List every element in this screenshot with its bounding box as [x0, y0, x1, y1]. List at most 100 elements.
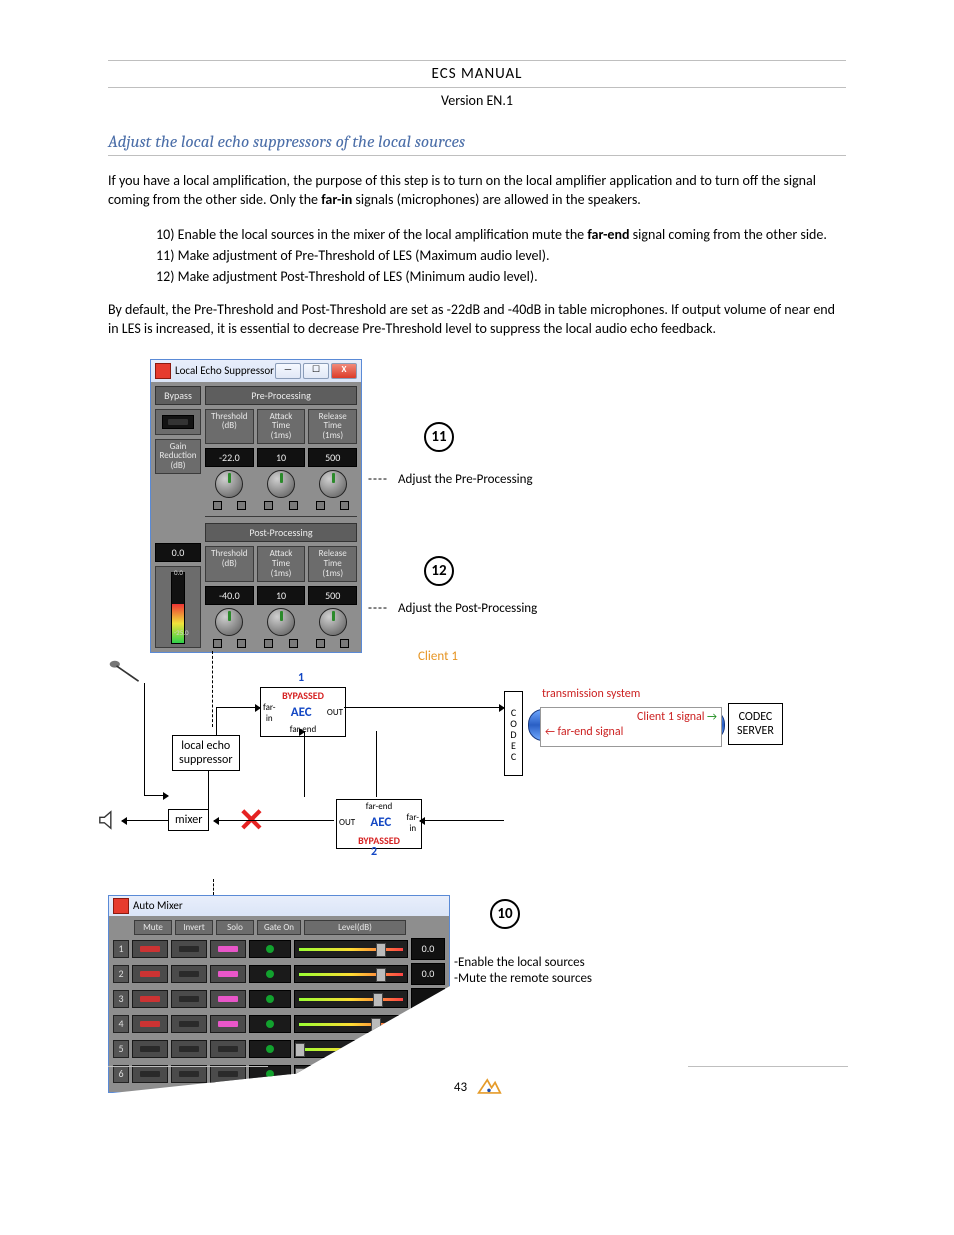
mixer-row: 10.0 [113, 938, 445, 960]
row-number: 1 [113, 940, 129, 958]
mute-toggle[interactable] [132, 990, 168, 1008]
pipe-labels: Client 1 signal → ← far-end signal [540, 707, 722, 747]
logo-icon [476, 1077, 502, 1099]
step-10-label-b: -Mute the remote sources [454, 971, 592, 986]
les-box: local echo suppressor [172, 735, 240, 771]
level-slider[interactable] [294, 940, 408, 958]
mute-toggle[interactable] [132, 940, 168, 958]
les-window: Local Echo Suppressor — ☐ X Bypass Gain … [150, 359, 362, 653]
gate-indicator [249, 1040, 291, 1058]
step-11-label: Adjust the Pre-Processing [398, 472, 533, 487]
post-attack-knob[interactable] [267, 608, 295, 636]
attack-label: Attack Time (1ms) [257, 409, 306, 445]
invert-toggle[interactable] [171, 965, 207, 983]
level-value [411, 1013, 445, 1035]
col-level: Level(dB) [304, 920, 406, 936]
doc-version: Version EN.1 [108, 92, 846, 109]
post-processing-header: Post-Processing [205, 523, 357, 542]
figure: Local Echo Suppressor — ☐ X Bypass Gain … [108, 359, 848, 1099]
col-mute: Mute [134, 920, 172, 936]
release-label: Release Time (1ms) [308, 409, 357, 445]
doc-title: ECS MANUAL [108, 65, 846, 83]
automixer-title: Auto Mixer [133, 899, 183, 912]
threshold-label-2: Threshold (dB) [205, 546, 254, 582]
bypass-header: Bypass [155, 386, 201, 405]
pre-release-value: 500 [308, 448, 357, 467]
solo-toggle[interactable] [210, 1015, 246, 1033]
invert-toggle[interactable] [171, 1015, 207, 1033]
level-slider[interactable] [294, 990, 408, 1008]
post-attack-value: 10 [257, 586, 306, 605]
bypass-toggle[interactable] [155, 409, 201, 435]
post-threshold-value: -40.0 [205, 586, 254, 605]
aec-box-2: far-end OUTAECfar- in BYPASSED [336, 799, 422, 849]
solo-toggle[interactable] [210, 940, 246, 958]
section-title: Adjust the local echo suppressors of the… [108, 133, 846, 156]
mute-toggle[interactable] [132, 1015, 168, 1033]
client1-label: Client 1 [418, 649, 458, 664]
step-10-marker: 10 [490, 899, 520, 929]
page-footer: 43 [108, 1077, 848, 1099]
gate-indicator [249, 990, 291, 1008]
pre-release-knob[interactable] [319, 470, 347, 498]
invert-toggle[interactable] [171, 990, 207, 1008]
level-slider[interactable] [294, 1040, 408, 1058]
step-12: 12) Make adjustment Post-Threshold of LE… [156, 268, 846, 285]
level-slider[interactable] [294, 1015, 408, 1033]
app-icon [155, 363, 171, 379]
col-solo: Solo [216, 920, 254, 936]
pre-threshold-value: -22.0 [205, 448, 254, 467]
step-12-marker: 12 [424, 556, 454, 586]
close-button[interactable]: X [331, 363, 357, 379]
row-number: 3 [113, 990, 129, 1008]
step-11: 11) Make adjustment of Pre-Threshold of … [156, 247, 846, 264]
mixer-box: mixer [168, 809, 209, 831]
transmission-label: transmission system [542, 687, 640, 701]
row-number: 4 [113, 1015, 129, 1033]
gate-indicator [249, 1015, 291, 1033]
mute-toggle[interactable] [132, 1040, 168, 1058]
codec-server-box: CODEC SERVER [728, 703, 783, 745]
level-value: 0.0 [411, 963, 445, 985]
pre-attack-value: 10 [257, 448, 306, 467]
threshold-label: Threshold (dB) [205, 409, 254, 445]
level-value [411, 1038, 445, 1060]
mixer-row: 3 [113, 988, 445, 1010]
attack-label-2: Attack Time (1ms) [257, 546, 306, 582]
les-title: Local Echo Suppressor [175, 364, 274, 377]
microphone-icon [108, 659, 142, 683]
pre-attack-knob[interactable] [267, 470, 295, 498]
post-release-knob[interactable] [319, 608, 347, 636]
maximize-button[interactable]: ☐ [303, 363, 329, 379]
invert-toggle[interactable] [171, 940, 207, 958]
level-slider[interactable] [294, 965, 408, 983]
col-gate: Gate On [257, 920, 301, 936]
mixer-row: 20.0 [113, 963, 445, 985]
level-value [411, 988, 445, 1010]
signal-diagram: Client 1 1 BYPASSED far- inAECOUT far-en… [108, 659, 848, 889]
automixer-titlebar[interactable]: Auto Mixer [109, 896, 449, 916]
pre-threshold-knob[interactable] [215, 470, 243, 498]
speaker-icon [98, 809, 120, 831]
mute-toggle[interactable] [132, 965, 168, 983]
solo-toggle[interactable] [210, 990, 246, 1008]
gain-reduction-label: Gain Reduction (dB) [155, 439, 201, 475]
automixer-window: Auto Mixer Mute Invert Solo Gate On Leve… [108, 895, 450, 1094]
solo-toggle[interactable] [210, 965, 246, 983]
gain-meter: 0.0 -25.0 [155, 566, 201, 648]
codec-box: CODEC [504, 691, 523, 776]
row-number: 5 [113, 1040, 129, 1058]
gate-indicator [249, 940, 291, 958]
minimize-button[interactable]: — [275, 363, 301, 379]
post-release-value: 500 [308, 586, 357, 605]
post-threshold-knob[interactable] [215, 608, 243, 636]
note-paragraph: By default, the Pre-Threshold and Post-T… [108, 301, 846, 339]
gate-indicator [249, 965, 291, 983]
mixer-row: 5 [113, 1038, 445, 1060]
row-number: 2 [113, 965, 129, 983]
intro-paragraph: If you have a local amplification, the p… [108, 172, 846, 210]
solo-toggle[interactable] [210, 1040, 246, 1058]
app-icon [113, 898, 129, 914]
invert-toggle[interactable] [171, 1040, 207, 1058]
les-titlebar[interactable]: Local Echo Suppressor — ☐ X [151, 360, 361, 382]
